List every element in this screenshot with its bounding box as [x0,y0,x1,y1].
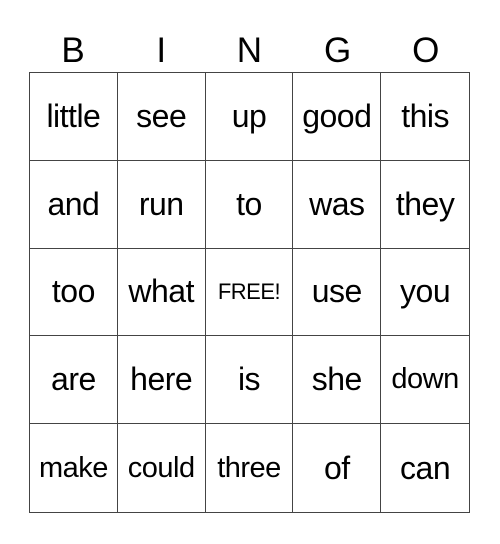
bingo-cell[interactable]: what [117,248,206,337]
free-space-cell[interactable]: FREE! [205,248,294,337]
header-letter-b: B [61,31,85,70]
bingo-cell[interactable]: you [381,249,469,337]
bingo-cell[interactable]: use [293,248,382,337]
bingo-cell[interactable]: to [205,160,294,249]
bingo-cell[interactable]: of [293,424,382,512]
bingo-cell[interactable]: is [205,336,294,425]
bingo-cell[interactable]: she [293,336,382,425]
bingo-cell[interactable]: up [205,73,294,161]
bingo-cell[interactable]: are [30,336,118,425]
header-letter-g: G [323,31,352,70]
bingo-cell[interactable]: this [381,73,469,161]
bingo-cell[interactable]: down [381,336,469,425]
bingo-cell[interactable]: here [117,336,206,425]
bingo-cell[interactable]: can [381,424,469,512]
bingo-cell[interactable]: was [293,160,382,249]
bingo-cell[interactable]: good [293,73,382,161]
bingo-cell[interactable]: see [117,73,206,161]
bingo-cell[interactable]: could [118,424,206,512]
bingo-cell[interactable]: make [30,424,118,512]
bingo-cell[interactable]: run [117,160,206,249]
bingo-cell[interactable]: and [30,160,118,249]
bingo-cell[interactable]: three [206,424,294,512]
bingo-cell[interactable]: too [30,248,118,337]
bingo-cell[interactable]: they [381,161,469,249]
bingo-grid: little see up good this and run to was they too wha… [29,72,470,513]
header-letter-o: O [412,31,440,70]
bingo-cell[interactable]: little [30,73,118,161]
header-letter-n: N [236,31,263,70]
header-letter-i: I [156,31,167,70]
